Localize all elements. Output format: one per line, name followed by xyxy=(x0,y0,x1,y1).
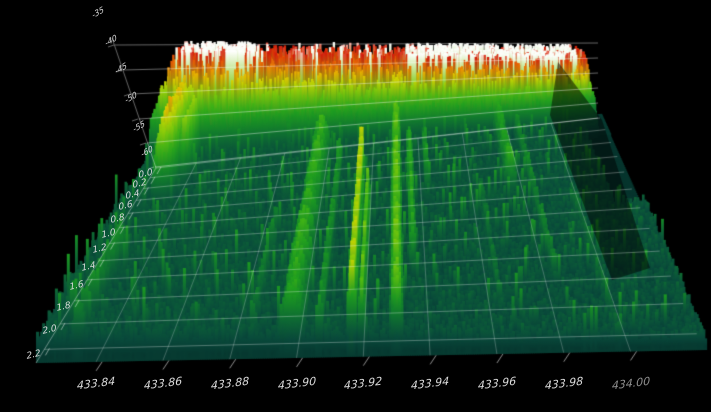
waterfall-3d-plot: 433.84433.86433.88433.90433.92433.94433.… xyxy=(0,0,711,412)
spectrogram-canvas[interactable] xyxy=(0,0,711,412)
